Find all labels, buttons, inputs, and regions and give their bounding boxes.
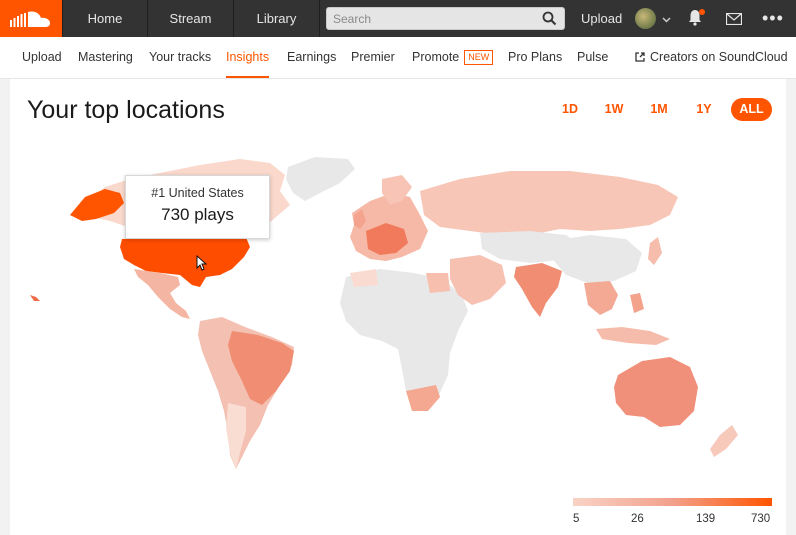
avatar[interactable] [635,8,656,29]
legend-tick-3: 139 [696,513,716,525]
creator-subnav: Upload Mastering Your tracks Insights Ea… [0,37,796,79]
range-1d[interactable]: 1D [552,98,588,121]
legend-gradient-bar [573,498,772,506]
nav-stream[interactable]: Stream [148,0,234,37]
region-united-states[interactable] [120,235,250,287]
subnav-pro-plans[interactable]: Pro Plans [508,37,562,78]
subnav-promote[interactable]: Promote NEW [412,37,494,78]
nav-home[interactable]: Home [62,0,148,37]
region-philippines[interactable] [630,293,644,313]
region-russia[interactable] [420,171,678,235]
region-india[interactable] [514,263,562,317]
region-southeast-asia[interactable] [584,281,618,315]
region-china[interactable] [552,235,642,283]
region-indonesia[interactable] [596,327,670,345]
more-options-button[interactable]: ••• [762,9,784,27]
subnav-your-tracks[interactable]: Your tracks [149,37,211,78]
location-tooltip: #1 United States 730 plays [125,175,270,239]
insights-panel: Your top locations 1D 1W 1M 1Y ALL #1 Un… [10,79,786,535]
subnav-premier[interactable]: Premier [351,37,395,78]
region-new-zealand[interactable] [710,425,738,457]
region-argentina[interactable] [226,403,246,469]
range-1w[interactable]: 1W [596,98,632,121]
notification-dot [699,9,705,15]
region-egypt[interactable] [426,273,450,293]
region-australia[interactable] [614,357,698,427]
search-input[interactable] [327,8,539,29]
subnav-creators[interactable]: Creators on SoundCloud [635,37,788,78]
nav-library[interactable]: Library [234,0,320,37]
region-japan[interactable] [648,237,662,265]
top-header: Home Stream Library Upload ••• [0,0,796,37]
subnav-promote-label: Promote [412,50,460,64]
new-badge: NEW [464,50,494,65]
region-mexico[interactable] [134,269,190,319]
legend-tick-max: 730 [751,513,771,525]
tooltip-rank: #1 United States [151,186,244,200]
external-link-icon [635,50,650,64]
range-1y[interactable]: 1Y [686,98,722,121]
page-title: Your top locations [27,96,225,124]
range-all[interactable]: ALL [731,98,772,121]
subnav-earnings[interactable]: Earnings [287,37,336,78]
soundcloud-logo-icon[interactable] [0,0,62,37]
tooltip-plays: 730 plays [161,205,234,224]
legend-tick-2: 26 [631,513,644,525]
region-hawaii[interactable] [30,295,40,301]
mouse-cursor-icon [196,254,208,276]
subnav-creators-label: Creators on SoundCloud [650,50,788,64]
subnav-mastering[interactable]: Mastering [78,37,133,78]
region-north-africa[interactable] [350,269,378,287]
chevron-down-icon[interactable] [662,11,671,29]
search-icon[interactable] [542,11,557,31]
legend-tick-min: 5 [573,513,580,525]
messages-icon[interactable] [725,12,743,30]
range-1m[interactable]: 1M [640,98,678,121]
region-greenland[interactable] [286,157,355,201]
upload-link[interactable]: Upload [581,0,622,37]
subnav-pulse[interactable]: Pulse [577,37,608,78]
subnav-upload[interactable]: Upload [22,37,62,78]
subnav-insights[interactable]: Insights [226,37,270,78]
search-box [326,7,565,30]
